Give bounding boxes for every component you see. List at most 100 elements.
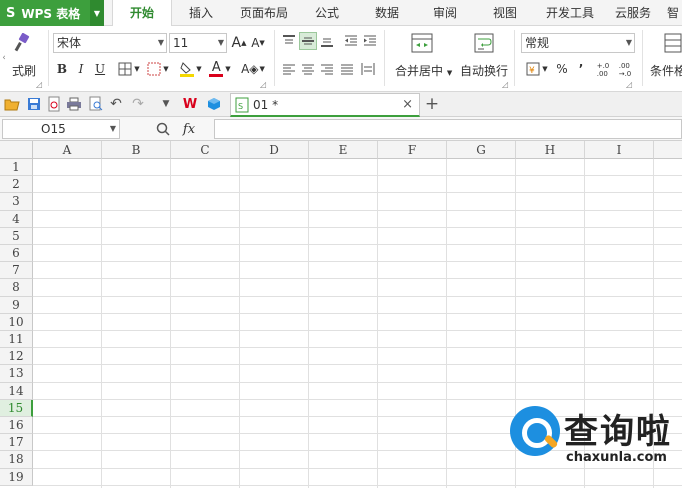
row-header-8[interactable]: 8 (0, 279, 33, 297)
clear-format-button[interactable]: A◈ ▼ (240, 60, 266, 78)
tab-smart[interactable]: 智 (664, 0, 682, 26)
tab-view[interactable]: 视图 (480, 0, 530, 26)
align-top-button[interactable] (280, 32, 298, 50)
column-header-c[interactable]: C (171, 141, 240, 159)
tab-page-layout[interactable]: 页面布局 (232, 0, 296, 26)
row-header-11[interactable]: 11 (0, 331, 33, 349)
tab-formulas[interactable]: 公式 (302, 0, 352, 26)
decrease-font-size-button[interactable]: A ▼ (250, 33, 266, 53)
wps-w-logo-icon[interactable]: W (182, 96, 198, 112)
font-name-select[interactable]: 宋体 ▼ (53, 33, 167, 53)
row-header-9[interactable]: 9 (0, 296, 33, 314)
insert-function-button[interactable]: fx (178, 120, 200, 138)
row-header-1[interactable]: 1 (0, 159, 33, 177)
font-color-button[interactable]: A ▼ (207, 60, 233, 78)
row-header-13[interactable]: 13 (0, 365, 33, 383)
decrease-decimal-button[interactable]: .00 →.0 (616, 59, 634, 81)
number-format-select[interactable]: 常规 ▼ (521, 33, 635, 53)
row-header-2[interactable]: 2 (0, 176, 33, 194)
app-menu-button[interactable]: S WPS 表格 ▼ (0, 0, 104, 26)
justify-button[interactable] (338, 60, 356, 78)
row-header-17[interactable]: 17 (0, 434, 33, 452)
merge-center-button[interactable] (410, 32, 434, 54)
column-header-h[interactable]: H (516, 141, 585, 159)
row-header-4[interactable]: 4 (0, 210, 33, 228)
align-right-button[interactable] (318, 60, 336, 78)
distributed-align-button[interactable] (358, 60, 378, 78)
new-tab-icon[interactable]: + (424, 94, 440, 114)
row-header-19[interactable]: 19 (0, 468, 33, 486)
tab-review[interactable]: 审阅 (420, 0, 470, 26)
redo-icon[interactable]: ↷ (130, 96, 146, 112)
align-left-button[interactable] (280, 60, 298, 78)
align-center-button[interactable] (299, 60, 317, 78)
open-folder-icon[interactable] (4, 96, 20, 112)
column-header-i[interactable]: I (585, 141, 654, 159)
tab-insert[interactable]: 插入 (176, 0, 226, 26)
bold-button[interactable]: B (54, 60, 70, 78)
conditional-format-label[interactable]: 条件格 (650, 62, 682, 79)
row-header-6[interactable]: 6 (0, 245, 33, 263)
currency-format-button[interactable]: ¥ ▼ (523, 60, 551, 78)
italic-button[interactable]: I (73, 60, 89, 78)
row-header-5[interactable]: 5 (0, 227, 33, 245)
chevron-down-icon[interactable]: ▼ (110, 120, 116, 138)
row-header-14[interactable]: 14 (0, 382, 33, 400)
export-pdf-icon[interactable] (46, 96, 62, 112)
document-tab[interactable]: S 01 * × (230, 93, 420, 117)
row-header-12[interactable]: 12 (0, 348, 33, 366)
increase-decimal-button[interactable]: +.0 .00 (594, 59, 612, 81)
row-header-10[interactable]: 10 (0, 313, 33, 331)
tab-data[interactable]: 数据 (362, 0, 412, 26)
fill-color-button[interactable]: ▼ (178, 60, 204, 78)
increase-font-size-button[interactable]: A ▲ (231, 33, 247, 53)
save-icon[interactable] (26, 96, 42, 112)
dialog-launcher-icon[interactable]: ◿ (36, 80, 42, 89)
customize-toolbar-chevron-icon[interactable]: ▼ (158, 96, 174, 112)
merge-center-label[interactable]: 合并居中 ▼ (395, 62, 452, 79)
decrease-indent-button[interactable] (342, 32, 360, 50)
increase-indent-button[interactable] (361, 32, 379, 50)
column-header-e[interactable]: E (309, 141, 378, 159)
wrap-text-button[interactable] (472, 32, 496, 54)
select-all-corner[interactable] (0, 141, 33, 159)
tab-home[interactable]: 开始 (112, 0, 172, 27)
comma-style-button[interactable]: ’ (574, 60, 588, 78)
conditional-format-button[interactable] (664, 32, 682, 54)
cube-icon[interactable] (206, 96, 222, 112)
print-preview-icon[interactable] (88, 96, 104, 112)
format-painter-label[interactable]: 式刷 (12, 62, 36, 79)
undo-icon[interactable]: ↶ (108, 96, 124, 112)
format-painter-icon[interactable] (12, 32, 34, 54)
wrap-text-label[interactable]: 自动换行 (460, 62, 508, 79)
row-header-15[interactable]: 15 (0, 399, 33, 417)
column-header-g[interactable]: G (447, 141, 516, 159)
chevron-down-icon[interactable]: ▼ (90, 0, 104, 26)
zoom-search-icon[interactable] (154, 120, 172, 138)
formula-input[interactable] (214, 119, 682, 139)
tab-cloud[interactable]: 云服务 (608, 0, 658, 26)
dialog-launcher-icon[interactable]: ◿ (502, 80, 508, 89)
font-size-select[interactable]: 11 ▼ (169, 33, 227, 53)
ribbon-scroll-left-icon[interactable]: ‹ (0, 48, 8, 68)
percent-button[interactable]: % (554, 60, 570, 78)
close-icon[interactable]: × (402, 97, 413, 112)
tab-developer[interactable]: 开发工具 (538, 0, 602, 26)
column-header-a[interactable]: A (33, 141, 102, 159)
dialog-launcher-icon[interactable]: ◿ (260, 80, 266, 89)
borders-button[interactable]: ▼ (116, 60, 142, 78)
column-header-f[interactable]: F (378, 141, 447, 159)
print-icon[interactable] (66, 96, 82, 112)
row-header-3[interactable]: 3 (0, 193, 33, 211)
align-middle-button[interactable] (299, 32, 317, 50)
align-bottom-button[interactable] (318, 32, 336, 50)
underline-button[interactable]: U (92, 60, 108, 78)
column-header-partial[interactable] (654, 141, 682, 159)
name-box[interactable]: O15 ▼ (2, 119, 120, 139)
row-header-16[interactable]: 16 (0, 417, 33, 435)
cell-fill-pattern-button[interactable]: ▼ (145, 60, 171, 78)
column-header-d[interactable]: D (240, 141, 309, 159)
dialog-launcher-icon[interactable]: ◿ (626, 80, 632, 89)
row-header-18[interactable]: 18 (0, 451, 33, 469)
row-header-7[interactable]: 7 (0, 262, 33, 280)
